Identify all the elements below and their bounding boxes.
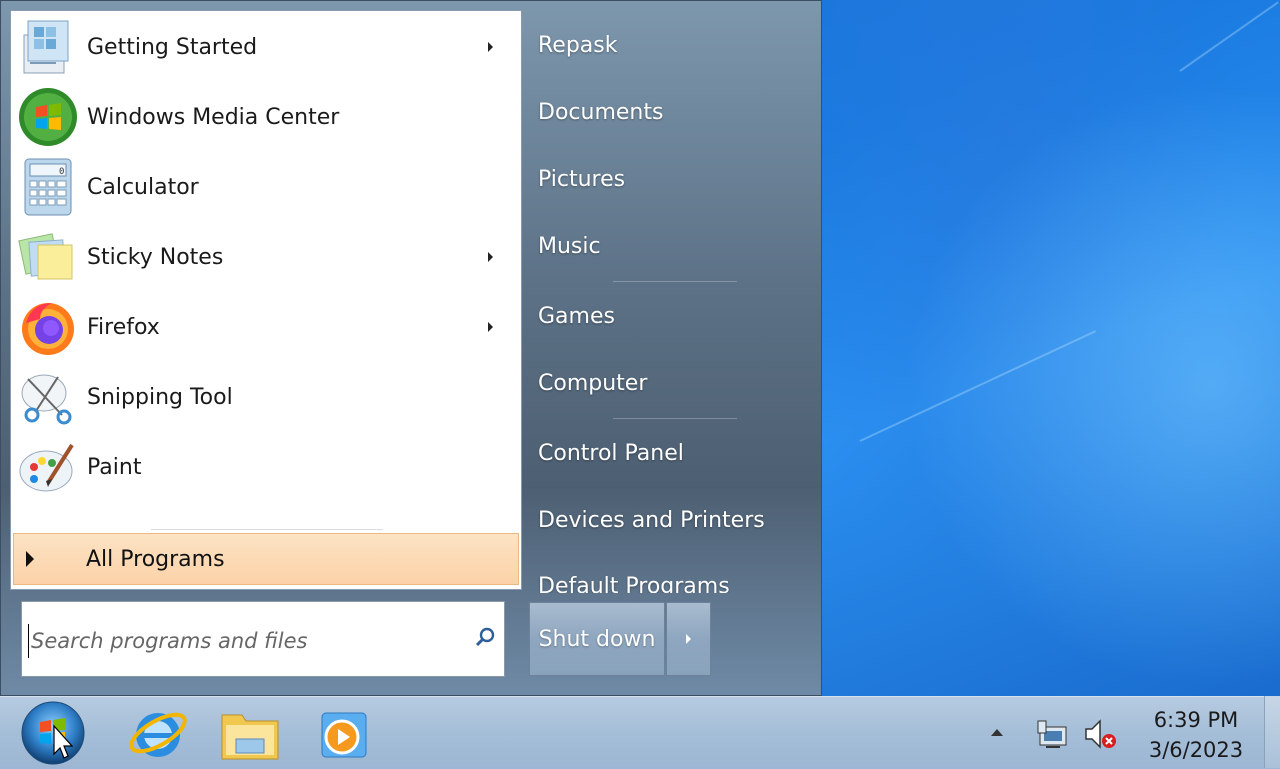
- program-label: Sticky Notes: [87, 244, 224, 270]
- program-list-separator: [151, 529, 383, 530]
- right-item-pictures[interactable]: Pictures: [538, 160, 625, 200]
- submenu-arrow-icon: [488, 252, 493, 262]
- program-list-pane: Getting Started Windows Media Center 0 C…: [10, 10, 522, 590]
- program-item-snipping-tool[interactable]: Snipping Tool: [13, 363, 519, 431]
- firefox-icon: [17, 296, 79, 358]
- shutdown-options-button[interactable]: [666, 602, 711, 676]
- submenu-arrow-icon: [488, 42, 493, 52]
- network-icon[interactable]: [1036, 717, 1070, 751]
- media-center-icon: [17, 86, 79, 148]
- search-icon[interactable]: [474, 626, 496, 648]
- internet-explorer-icon[interactable]: [126, 701, 190, 765]
- program-label: Paint: [87, 454, 142, 480]
- right-item-control-panel[interactable]: Control Panel: [538, 434, 684, 474]
- clock-date[interactable]: 3/6/2023: [1140, 738, 1252, 762]
- right-item-devices-and-printers[interactable]: Devices and Printers: [538, 501, 765, 541]
- right-item-games[interactable]: Games: [538, 297, 615, 337]
- show-hidden-icons-button[interactable]: [991, 729, 1003, 736]
- program-label: Windows Media Center: [87, 104, 340, 130]
- search-box[interactable]: [21, 601, 505, 677]
- program-label: Getting Started: [87, 34, 258, 60]
- media-player-icon[interactable]: [312, 701, 376, 765]
- right-item-music[interactable]: Music: [538, 227, 601, 267]
- taskbar: [0, 696, 1280, 769]
- program-label: Firefox: [87, 314, 160, 340]
- right-item-computer[interactable]: Computer: [538, 364, 647, 404]
- right-item-repask[interactable]: Repask: [538, 26, 617, 66]
- windows-explorer-icon[interactable]: [218, 701, 282, 765]
- program-item-firefox[interactable]: Firefox: [13, 293, 519, 361]
- program-item-sticky-notes[interactable]: Sticky Notes: [13, 223, 519, 291]
- calculator-icon: 0: [17, 156, 79, 218]
- getting-started-icon: [17, 16, 79, 78]
- program-item-windows-media-center[interactable]: Windows Media Center: [13, 83, 519, 151]
- volume-muted-icon[interactable]: [1082, 717, 1118, 751]
- shutdown-button[interactable]: Shut down: [529, 602, 665, 676]
- clock-time[interactable]: 6:39 PM: [1140, 708, 1252, 732]
- program-label: Snipping Tool: [87, 384, 233, 410]
- program-item-paint[interactable]: Paint: [13, 433, 519, 501]
- all-programs-button[interactable]: All Programs: [13, 533, 519, 585]
- submenu-arrow-icon: [488, 322, 493, 332]
- right-item-documents[interactable]: Documents: [538, 93, 663, 133]
- start-button[interactable]: [20, 700, 86, 766]
- right-pane-separator: [613, 418, 737, 419]
- search-input[interactable]: [28, 624, 453, 658]
- paint-icon: [17, 436, 79, 498]
- start-menu: Getting Started Windows Media Center 0 C…: [0, 0, 822, 696]
- program-item-calculator[interactable]: 0 Calculator: [13, 153, 519, 221]
- program-item-getting-started[interactable]: Getting Started: [13, 13, 519, 81]
- show-desktop-button[interactable]: [1264, 696, 1280, 768]
- snipping-tool-icon: [17, 366, 79, 428]
- sticky-notes-icon: [17, 226, 79, 288]
- svg-text:0: 0: [59, 167, 64, 177]
- right-item-default-programs[interactable]: Default Programs: [538, 567, 730, 593]
- chevron-right-icon: [686, 634, 691, 644]
- all-programs-label: All Programs: [86, 546, 225, 572]
- program-label: Calculator: [87, 174, 199, 200]
- expand-triangle-icon: [26, 551, 34, 567]
- right-pane-separator: [613, 281, 737, 282]
